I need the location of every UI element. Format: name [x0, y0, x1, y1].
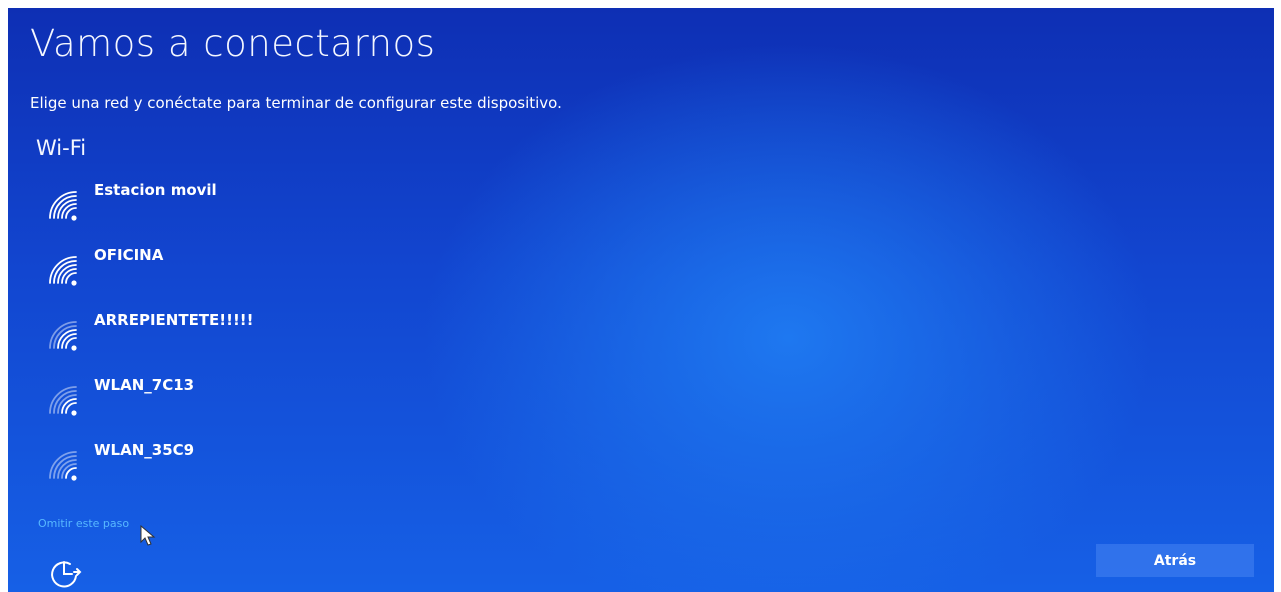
network-name: OFICINA: [94, 246, 164, 264]
network-name: Estacion movil: [94, 181, 217, 199]
page-subtitle: Elige una red y conéctate para terminar …: [30, 94, 562, 112]
back-button[interactable]: Atrás: [1096, 544, 1254, 577]
network-item[interactable]: WLAN_7C13: [46, 373, 366, 438]
network-name: WLAN_35C9: [94, 441, 195, 459]
network-item[interactable]: OFICINA: [46, 243, 366, 308]
page-title: Vamos a conectarnos: [30, 22, 436, 65]
skip-step-link[interactable]: Omitir este paso: [38, 517, 129, 530]
network-list: Estacion movil OFICINA ARREPIENTETE!!!!!…: [46, 178, 366, 503]
network-name: WLAN_7C13: [94, 376, 195, 394]
accessibility-icon[interactable]: [46, 556, 86, 590]
network-item[interactable]: Estacion movil: [46, 178, 366, 243]
oobe-screen: Vamos a conectarnos Elige una red y coné…: [8, 8, 1274, 592]
wifi-signal-icon: [49, 386, 77, 416]
wifi-signal-icon: [49, 321, 77, 351]
wifi-section-label: Wi-Fi: [36, 136, 87, 160]
mouse-pointer-icon: [140, 525, 156, 546]
wifi-signal-icon: [49, 451, 77, 481]
network-item[interactable]: ARREPIENTETE!!!!!: [46, 308, 366, 373]
wifi-signal-icon: [49, 256, 77, 286]
network-name: ARREPIENTETE!!!!!: [94, 311, 254, 329]
wifi-signal-icon: [49, 191, 77, 221]
network-item[interactable]: WLAN_35C9: [46, 438, 366, 503]
